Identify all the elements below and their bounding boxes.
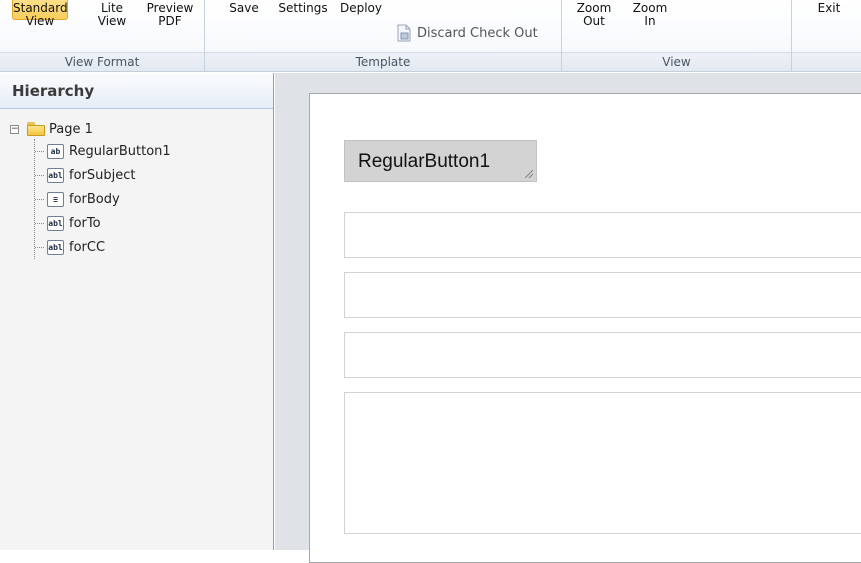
view-format-group-label: View Format xyxy=(0,52,204,71)
standard-view-label-2: View xyxy=(25,14,55,28)
hierarchy-panel: Hierarchy − Page 1 ab RegularButton1 abl… xyxy=(0,73,274,550)
exit-group-label xyxy=(792,52,861,71)
textbox-control-icon: abl xyxy=(47,167,64,183)
tree-item-label: RegularButton1 xyxy=(69,143,171,159)
view-format-group: Standard View Lite View Preview PDF View… xyxy=(0,0,205,72)
tree-item-label: forBody xyxy=(69,191,120,207)
discard-check-out-button[interactable]: Discard Check Out xyxy=(396,22,538,44)
button-control-icon: ab xyxy=(47,143,64,159)
deploy-button[interactable]: Deploy xyxy=(335,0,387,15)
for-subject-field[interactable] xyxy=(344,212,861,258)
for-body-field[interactable] xyxy=(344,392,861,534)
hierarchy-tree: − Page 1 ab RegularButton1 abl forSubjec… xyxy=(0,109,273,259)
hierarchy-title: Hierarchy xyxy=(0,73,273,109)
tree-item-regularbutton1[interactable]: ab RegularButton1 xyxy=(35,139,273,163)
tree-item-forcc[interactable]: abl forCC xyxy=(35,235,273,259)
textarea-control-icon: ≡ xyxy=(47,191,64,207)
design-page: RegularButton1 xyxy=(309,93,861,563)
lite-view-button[interactable]: Lite View xyxy=(92,0,132,28)
view-group-label: View xyxy=(562,52,791,71)
settings-label: Settings xyxy=(278,1,328,15)
tree-item-label: forTo xyxy=(69,215,101,231)
design-canvas-area: RegularButton1 xyxy=(275,73,861,563)
zoom-out-button[interactable]: Zoom Out xyxy=(574,0,614,28)
settings-button[interactable]: Settings xyxy=(271,0,335,15)
discard-document-icon xyxy=(396,24,412,42)
exit-label: Exit xyxy=(817,1,841,15)
zoom-in-button[interactable]: Zoom In xyxy=(630,0,670,28)
collapse-icon[interactable]: − xyxy=(10,124,19,134)
exit-group: Exit xyxy=(792,0,861,72)
tree-node-label: Page 1 xyxy=(49,121,93,137)
resize-grip-icon[interactable] xyxy=(525,170,533,178)
tree-item-forbody[interactable]: ≡ forBody xyxy=(35,187,273,211)
exit-button[interactable]: Exit xyxy=(812,0,846,15)
standard-view-button[interactable]: Standard View xyxy=(12,0,68,28)
textbox-control-icon: abl xyxy=(47,215,64,231)
save-label: Save xyxy=(229,1,259,15)
tree-children: ab RegularButton1 abl forSubject ≡ forBo… xyxy=(34,139,273,259)
tree-item-label: forSubject xyxy=(69,167,136,183)
folder-icon xyxy=(27,122,45,136)
view-group: Zoom Out Zoom In View xyxy=(562,0,792,72)
template-group-label: Template xyxy=(205,52,561,71)
tree-item-forsubject[interactable]: abl forSubject xyxy=(35,163,273,187)
tree-item-forto[interactable]: abl forTo xyxy=(35,211,273,235)
preview-pdf-button[interactable]: Preview PDF xyxy=(144,0,196,28)
zoom-out-label-2: Out xyxy=(583,14,605,28)
ribbon: Standard View Lite View Preview PDF View… xyxy=(0,0,861,72)
for-cc-field[interactable] xyxy=(344,332,861,378)
deploy-label: Deploy xyxy=(339,1,383,15)
tree-item-label: forCC xyxy=(69,239,106,255)
template-group: Save Settings Deploy Discard Check Out T… xyxy=(205,0,562,72)
regular-button-1[interactable]: RegularButton1 xyxy=(344,140,537,182)
regular-button-label: RegularButton1 xyxy=(358,151,491,172)
preview-pdf-label-2: PDF xyxy=(158,14,182,28)
textbox-control-icon: abl xyxy=(47,239,64,255)
discard-check-out-label: Discard Check Out xyxy=(417,25,538,41)
save-button[interactable]: Save xyxy=(227,0,261,15)
tree-node-page-1[interactable]: − Page 1 xyxy=(0,119,273,139)
zoom-in-label-2: In xyxy=(644,14,656,28)
lite-view-label-2: View xyxy=(97,14,127,28)
for-to-field[interactable] xyxy=(344,272,861,318)
